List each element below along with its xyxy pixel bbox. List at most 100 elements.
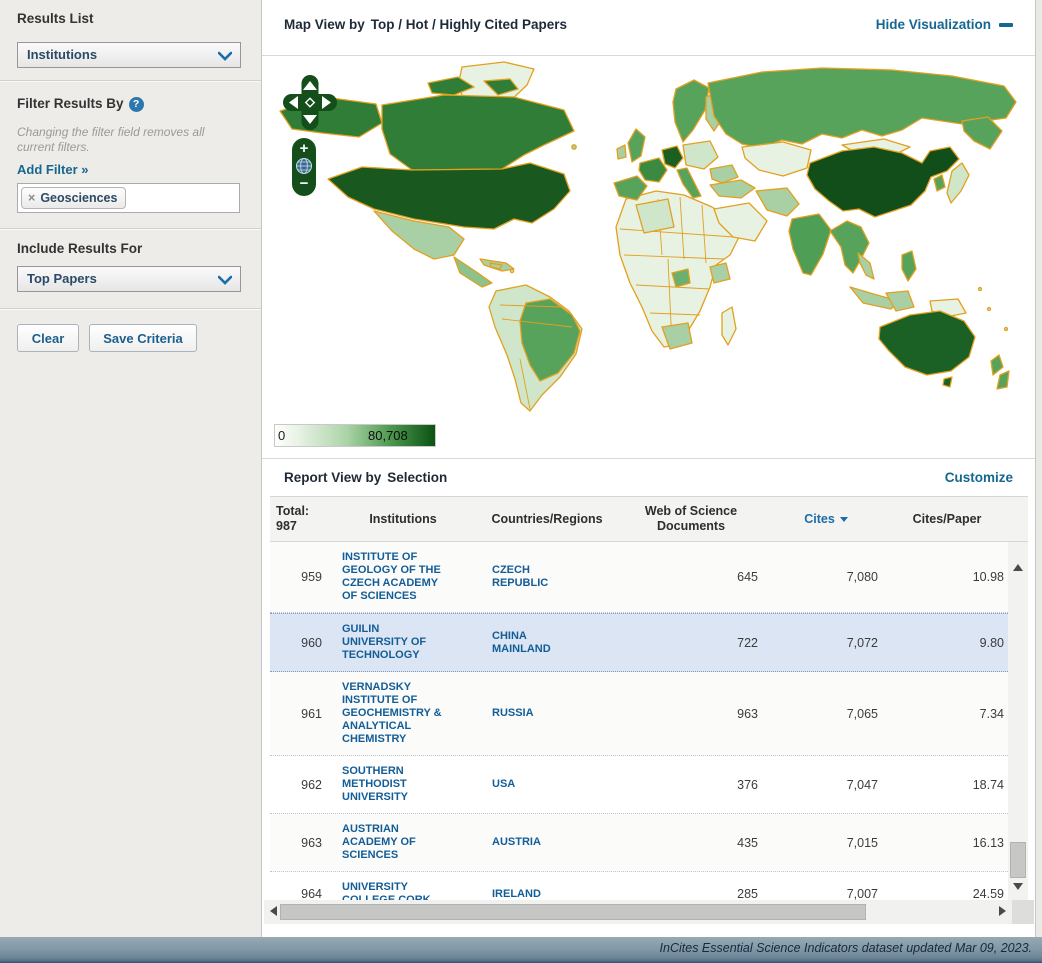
top-papers-dropdown[interactable]: Top Papers bbox=[17, 266, 241, 292]
main-panel: Map View by Top / Hot / Highly Cited Pape… bbox=[262, 0, 1036, 937]
report-header: Report View bySelection Customize bbox=[262, 458, 1035, 496]
country-australia[interactable] bbox=[879, 311, 975, 375]
section-divider bbox=[0, 308, 261, 310]
footer: InCites Essential Science Indicators dat… bbox=[0, 937, 1042, 963]
map-header: Map View by Top / Hot / Highly Cited Pape… bbox=[262, 0, 1035, 56]
country-canada[interactable] bbox=[382, 95, 574, 170]
map-title: Map View by Top / Hot / Highly Cited Pape… bbox=[284, 17, 567, 32]
country-korea bbox=[934, 175, 945, 191]
country-link[interactable]: CZECH REPUBLIC bbox=[492, 564, 576, 590]
institution-link[interactable]: VERNADSKY INSTITUTE OF GEOCHEMISTRY & AN… bbox=[342, 681, 444, 746]
map-pan-control[interactable] bbox=[278, 69, 342, 135]
rank-cell: 961 bbox=[270, 672, 328, 755]
filter-heading-label: Filter Results By bbox=[17, 96, 124, 111]
country-link[interactable]: AUSTRIA bbox=[492, 836, 576, 849]
country-japan bbox=[947, 163, 969, 203]
v-scrollbar-thumb[interactable] bbox=[1010, 842, 1026, 878]
legend-max-label: 80,708 bbox=[368, 428, 408, 443]
table-row: 962 SOUTHERN METHODIST UNIVERSITY USA 37… bbox=[270, 756, 1008, 814]
country-turkey bbox=[710, 180, 755, 198]
customize-link[interactable]: Customize bbox=[945, 470, 1013, 485]
footer-text: InCites Essential Science Indicators dat… bbox=[660, 941, 1032, 955]
institution-cell: VERNADSKY INSTITUTE OF GEOCHEMISTRY & AN… bbox=[328, 672, 478, 755]
zoom-out-button[interactable]: − bbox=[292, 176, 316, 191]
zoom-in-button[interactable]: + bbox=[292, 138, 316, 156]
institution-link[interactable]: GUILIN UNIVERSITY OF TECHNOLOGY bbox=[342, 623, 444, 662]
cites-cell: 7,072 bbox=[766, 614, 886, 671]
institution-link[interactable]: UNIVERSITY COLLEGE CORK bbox=[342, 881, 444, 900]
cites-paper-cell: 16.13 bbox=[886, 814, 1008, 871]
scroll-down-icon[interactable] bbox=[1013, 883, 1023, 890]
chevron-down-icon bbox=[210, 43, 240, 67]
col-countries[interactable]: Countries/Regions bbox=[478, 497, 616, 541]
results-list-dropdown[interactable]: Institutions bbox=[17, 42, 241, 68]
horizontal-scrollbar[interactable] bbox=[264, 900, 1012, 924]
filter-tag[interactable]: × Geosciences bbox=[21, 187, 126, 209]
scrollbar-corner bbox=[1012, 900, 1034, 924]
country-cell: RUSSIA bbox=[478, 672, 616, 755]
institution-cell: GUILIN UNIVERSITY OF TECHNOLOGY bbox=[328, 614, 478, 671]
map-container: + − 0 80,708 bbox=[262, 57, 1036, 457]
country-france[interactable] bbox=[639, 158, 667, 182]
cites-paper-cell: 18.74 bbox=[886, 756, 1008, 813]
country-link[interactable]: IRELAND bbox=[492, 888, 576, 901]
docs-cell: 285 bbox=[616, 872, 766, 900]
help-icon[interactable]: ? bbox=[129, 97, 144, 112]
filter-note: Changing the filter field removes all cu… bbox=[17, 125, 232, 155]
country-link[interactable]: RUSSIA bbox=[492, 707, 576, 720]
country-new-zealand bbox=[991, 355, 1003, 375]
sidebar: Results List Institutions Filter Results… bbox=[0, 0, 262, 937]
institution-link[interactable]: INSTITUTE OF GEOLOGY OF THE CZECH ACADEM… bbox=[342, 551, 444, 603]
h-scrollbar-thumb[interactable] bbox=[280, 904, 866, 920]
scroll-up-icon[interactable] bbox=[1013, 564, 1023, 571]
filter-tags-box: × Geosciences bbox=[17, 183, 240, 213]
cites-label: Cites bbox=[804, 512, 835, 527]
country-scandinavia bbox=[673, 80, 709, 142]
scroll-left-icon[interactable] bbox=[270, 906, 277, 916]
cites-cell: 7,065 bbox=[766, 672, 886, 755]
rank-cell: 963 bbox=[270, 814, 328, 871]
col-institutions[interactable]: Institutions bbox=[328, 497, 478, 541]
vertical-scrollbar[interactable] bbox=[1008, 542, 1028, 900]
institution-link[interactable]: AUSTRIAN ACADEMY OF SCIENCES bbox=[342, 823, 444, 862]
world-map[interactable] bbox=[262, 57, 1036, 419]
include-heading: Include Results For bbox=[17, 241, 142, 256]
save-criteria-button[interactable]: Save Criteria bbox=[89, 324, 197, 352]
add-filter-link[interactable]: Add Filter » bbox=[17, 162, 89, 177]
country-usa[interactable] bbox=[328, 163, 570, 229]
section-divider bbox=[0, 228, 261, 230]
remove-tag-icon[interactable]: × bbox=[28, 191, 35, 205]
map-zoom-control: + − bbox=[292, 138, 316, 196]
globe-button[interactable] bbox=[295, 157, 313, 175]
rank-cell: 964 bbox=[270, 872, 328, 900]
country-nigeria bbox=[672, 269, 690, 287]
map-title-prefix: Map View by bbox=[284, 17, 365, 32]
chevron-down-icon bbox=[210, 267, 240, 291]
cites-cell: 7,015 bbox=[766, 814, 886, 871]
country-uk bbox=[628, 129, 645, 162]
table-row: 963 AUSTRIAN ACADEMY OF SCIENCES AUSTRIA… bbox=[270, 814, 1008, 872]
docs-cell: 963 bbox=[616, 672, 766, 755]
rank-cell: 962 bbox=[270, 756, 328, 813]
country-link[interactable]: USA bbox=[492, 778, 576, 791]
col-cites[interactable]: Cites bbox=[766, 497, 886, 541]
country-germany[interactable] bbox=[662, 146, 683, 168]
clear-button[interactable]: Clear bbox=[17, 324, 79, 352]
table-row: 961 VERNADSKY INSTITUTE OF GEOCHEMISTRY … bbox=[270, 672, 1008, 756]
country-india[interactable] bbox=[789, 214, 831, 275]
docs-cell: 435 bbox=[616, 814, 766, 871]
institution-link[interactable]: SOUTHERN METHODIST UNIVERSITY bbox=[342, 765, 444, 804]
col-docs[interactable]: Web of Science Documents bbox=[616, 497, 766, 541]
col-cites-paper[interactable]: Cites/Paper bbox=[886, 497, 1008, 541]
hide-visualization-link[interactable]: Hide Visualization bbox=[876, 17, 1013, 32]
sort-caret-icon bbox=[840, 517, 848, 522]
docs-cell: 722 bbox=[616, 614, 766, 671]
scroll-right-icon[interactable] bbox=[999, 906, 1006, 916]
map-title-main: Top / Hot / Highly Cited Papers bbox=[371, 17, 567, 32]
top-papers-value: Top Papers bbox=[27, 267, 97, 291]
report-title-main: Selection bbox=[387, 470, 447, 485]
add-filter-label: Add Filter » bbox=[17, 162, 89, 177]
cites-paper-cell: 9.80 bbox=[886, 614, 1008, 671]
country-cell: CZECH REPUBLIC bbox=[478, 542, 616, 612]
country-link[interactable]: CHINA MAINLAND bbox=[492, 630, 576, 656]
